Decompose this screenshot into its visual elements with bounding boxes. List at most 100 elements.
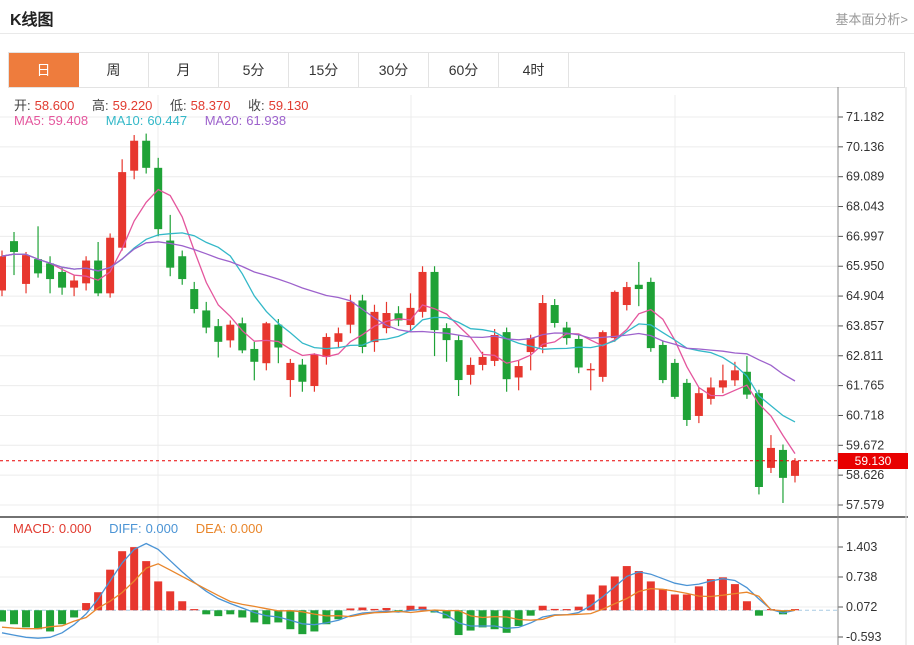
macd-axis-label: 1.403 bbox=[846, 540, 877, 554]
candle-body bbox=[647, 282, 655, 348]
candle-body bbox=[202, 310, 210, 327]
macd-histogram-bar bbox=[202, 610, 210, 614]
y-axis-label: 68.043 bbox=[846, 200, 884, 214]
candle-body bbox=[623, 287, 631, 305]
candle-body bbox=[130, 141, 138, 171]
fundamental-analysis-link[interactable]: 基本面分析> bbox=[835, 9, 908, 28]
candle-body bbox=[94, 261, 102, 294]
macd-histogram-bar bbox=[10, 610, 18, 624]
candle-body bbox=[791, 461, 799, 476]
y-axis-label: 69.089 bbox=[846, 170, 884, 184]
candle-body bbox=[310, 355, 318, 386]
candle-body bbox=[539, 303, 547, 347]
macd-histogram-bar bbox=[154, 581, 162, 610]
candle-body bbox=[10, 241, 18, 252]
diff-label: DIFF: bbox=[109, 521, 142, 536]
y-axis-label: 60.718 bbox=[846, 408, 884, 422]
candle-body bbox=[142, 141, 150, 168]
macd-histogram-bar bbox=[623, 566, 631, 610]
macd-histogram-bar bbox=[370, 609, 378, 610]
macd-histogram-bar bbox=[755, 610, 763, 615]
candle-body bbox=[178, 256, 186, 279]
macd-histogram-bar bbox=[358, 608, 366, 611]
candle-body bbox=[82, 261, 90, 284]
ma10-label: MA10: bbox=[106, 113, 144, 128]
current-price-badge: 59.130 bbox=[838, 453, 908, 469]
tab-week[interactable]: 周 bbox=[79, 53, 149, 87]
chart-area: 71.182 70.136 69.089 68.043 66.997 65.950 64.9… bbox=[0, 87, 908, 645]
candle-body bbox=[479, 357, 487, 365]
macd-histogram-bar bbox=[178, 601, 186, 610]
ma20-label: MA20: bbox=[205, 113, 243, 128]
y-axis-label: 57.579 bbox=[846, 498, 884, 512]
kline-canvas[interactable]: 71.182 70.136 69.089 68.043 66.997 65.950 64.9… bbox=[0, 87, 908, 645]
macd-histogram-bar bbox=[707, 579, 715, 610]
kline-widget: K线图 基本面分析> 日 周 月 5分 15分 30分 60分 4时 71.18… bbox=[0, 0, 914, 645]
tab-month[interactable]: 月 bbox=[149, 53, 219, 87]
candle-body bbox=[455, 340, 463, 380]
dea-value: 0.000 bbox=[230, 521, 263, 536]
candle-body bbox=[683, 383, 691, 420]
tab-day[interactable]: 日 bbox=[9, 53, 79, 87]
macd-histogram-bar bbox=[58, 610, 66, 624]
macd-axis-label: 0.072 bbox=[846, 600, 877, 614]
tab-30min[interactable]: 30分 bbox=[359, 53, 429, 87]
ohlc-readout: 开:58.600 高:59.220 低:58.370 收:59.130 bbox=[14, 95, 312, 114]
period-tabbar: 日 周 月 5分 15分 30分 60分 4时 bbox=[8, 52, 905, 88]
candle-body bbox=[34, 259, 42, 273]
candle-body bbox=[599, 332, 607, 377]
candle-body bbox=[346, 302, 354, 325]
candle-body bbox=[719, 380, 727, 387]
candle-body bbox=[575, 339, 583, 368]
page-title: K线图 bbox=[10, 6, 54, 30]
macd-histogram-bar bbox=[527, 610, 535, 615]
y-axis-label: 61.765 bbox=[846, 379, 884, 393]
candle-body bbox=[671, 363, 679, 397]
macd-histogram-bar bbox=[731, 584, 739, 610]
tab-4hour[interactable]: 4时 bbox=[499, 53, 569, 87]
macd-readout: MACD:0.000 DIFF:0.000 DEA:0.000 bbox=[13, 521, 267, 536]
candle-body bbox=[274, 325, 282, 348]
y-axis-label: 64.904 bbox=[846, 289, 884, 303]
y-axis-label: 71.182 bbox=[846, 110, 884, 124]
candle-body bbox=[70, 280, 78, 287]
tab-5min[interactable]: 5分 bbox=[219, 53, 289, 87]
macd-axis-label: -0.593 bbox=[846, 630, 881, 644]
y-axis-label: 65.950 bbox=[846, 259, 884, 273]
candle-body bbox=[767, 448, 775, 468]
y-axis-label: 66.997 bbox=[846, 229, 884, 243]
candle-body bbox=[58, 272, 66, 288]
macd-histogram-bar bbox=[22, 610, 30, 627]
y-axis-label: 59.672 bbox=[846, 438, 884, 452]
candle-body bbox=[551, 305, 559, 323]
ma-readout: MA5:59.408 MA10:60.447 MA20:61.938 bbox=[14, 113, 290, 128]
candle-body bbox=[731, 370, 739, 380]
candle-body bbox=[0, 256, 6, 290]
candle-body bbox=[779, 450, 787, 478]
macd-histogram-bar bbox=[0, 610, 6, 621]
macd-label: MACD: bbox=[13, 521, 55, 536]
macd-histogram-bar bbox=[503, 610, 511, 633]
candle-body bbox=[22, 255, 30, 284]
macd-histogram-bar bbox=[683, 594, 691, 610]
macd-histogram-bar bbox=[647, 581, 655, 610]
low-value: 58.370 bbox=[191, 98, 231, 113]
dea-label: DEA: bbox=[196, 521, 226, 536]
macd-axis-label: 0.738 bbox=[846, 570, 877, 584]
tab-60min[interactable]: 60分 bbox=[429, 53, 499, 87]
macd-histogram-bar bbox=[46, 610, 54, 631]
candle-body bbox=[587, 369, 595, 370]
ma20-value: 61.938 bbox=[246, 113, 286, 128]
high-value: 59.220 bbox=[113, 98, 153, 113]
candle-body bbox=[611, 292, 619, 338]
y-axis-label: 70.136 bbox=[846, 140, 884, 154]
close-value: 59.130 bbox=[269, 98, 309, 113]
diff-value: 0.000 bbox=[146, 521, 179, 536]
candle-body bbox=[46, 263, 54, 279]
candle-body bbox=[262, 323, 270, 363]
macd-histogram-bar bbox=[599, 585, 607, 610]
macd-histogram-bar bbox=[719, 577, 727, 610]
ma5-label: MA5: bbox=[14, 113, 44, 128]
tab-15min[interactable]: 15分 bbox=[289, 53, 359, 87]
candle-body bbox=[154, 168, 162, 229]
